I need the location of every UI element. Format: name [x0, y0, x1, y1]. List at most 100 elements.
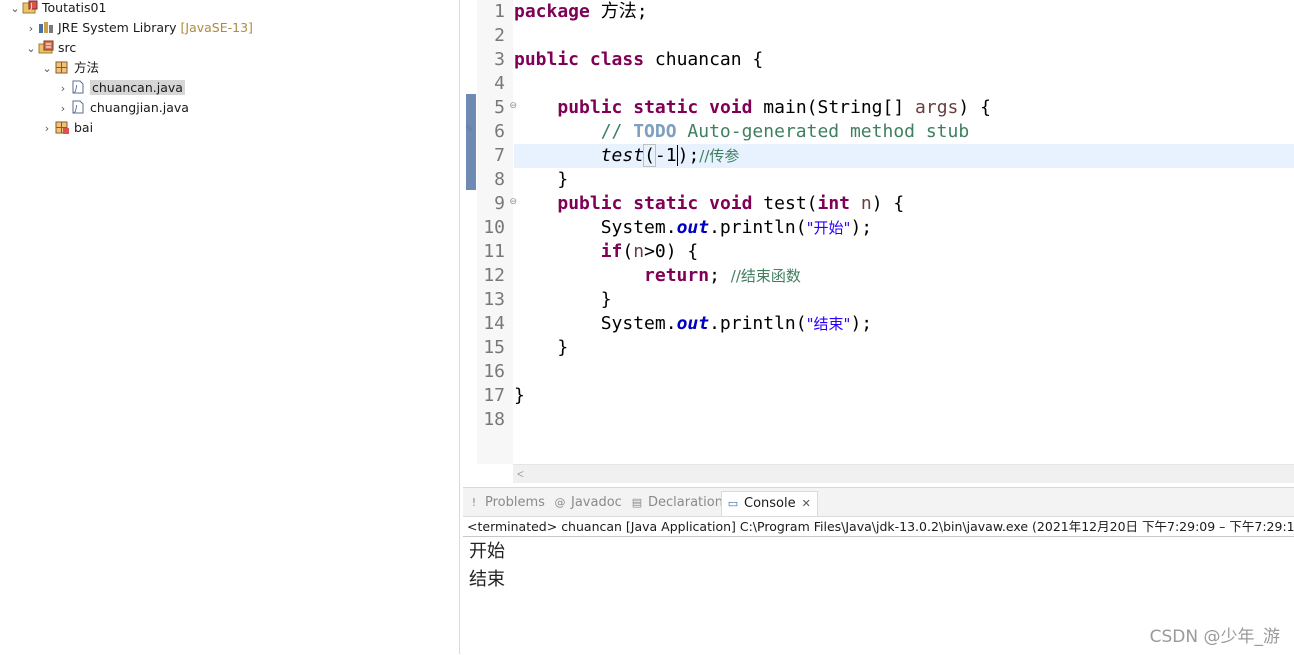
expand-chevron-icon[interactable]: ⌄ — [8, 0, 22, 18]
package-icon — [54, 60, 70, 74]
tree-item-label: bai — [74, 120, 94, 135]
code-text: -1 — [654, 145, 677, 166]
code-line[interactable]: if(n>0) { — [514, 240, 1294, 264]
horizontal-scrollbar[interactable]: < — [513, 464, 1294, 483]
package-explorer: ⌄ J Toutatis01 › JRE System Library [JavaSE… — [0, 0, 460, 654]
code-text: chuancan { — [644, 49, 764, 70]
divider — [463, 536, 1294, 537]
line-number: 7 — [494, 145, 505, 166]
code-text: System. — [600, 217, 677, 238]
tree-item-chuancan-java[interactable]: › Jchuancan.java — [56, 79, 185, 97]
code-line[interactable]: } — [514, 288, 1294, 312]
keyword: class — [589, 49, 645, 70]
tree-item-label: 方法 — [74, 60, 100, 75]
expand-chevron-icon[interactable]: ⌄ — [40, 60, 54, 78]
code-line[interactable]: package 方法; — [514, 0, 1294, 24]
code-text: ; — [688, 145, 700, 166]
scroll-left-icon[interactable]: < — [517, 465, 524, 483]
tab-declaration[interactable]: ▤ Declaration — [630, 491, 723, 515]
code-editor[interactable]: ✎ 1 2 3 4 5 ⊖ 6 7 8 9 ⊖ 10 11 12 13 14 1… — [463, 0, 1294, 483]
expand-chevron-icon[interactable]: › — [56, 80, 70, 98]
java-file-icon: J — [70, 100, 86, 114]
tree-item-label: Toutatis01 — [42, 0, 107, 15]
javadoc-icon: @ — [554, 496, 566, 509]
task-marker-icon[interactable]: ✎ — [465, 124, 473, 135]
expand-chevron-icon[interactable]: › — [40, 120, 54, 138]
parameter: args — [915, 97, 959, 118]
keyword: static — [633, 97, 699, 118]
tab-label: Javadoc — [571, 495, 622, 510]
code-line[interactable]: } — [514, 384, 1294, 408]
tab-problems[interactable]: ! Problems — [467, 491, 545, 515]
code-text: test( — [752, 193, 818, 214]
java-project-icon: J — [22, 0, 38, 14]
keyword: public — [514, 49, 580, 70]
watermark: CSDN @少年_游 — [1149, 627, 1280, 647]
code-text: 方法; — [589, 1, 648, 22]
line-number: 9 — [494, 193, 505, 214]
code-line[interactable]: return; //结束函数 — [514, 264, 1294, 288]
line-number: 5 — [494, 97, 505, 118]
expand-chevron-icon[interactable]: ⌄ — [24, 40, 38, 58]
keyword: public — [557, 97, 623, 118]
console-output-line: 结束 — [469, 569, 505, 590]
close-icon[interactable]: ✕ — [802, 497, 811, 510]
tree-item-chuangjian-java[interactable]: › Jchuangjian.java — [56, 99, 189, 117]
change-marker[interactable] — [466, 94, 476, 190]
java-file-icon: J — [70, 80, 86, 94]
line-number: 10 — [483, 217, 505, 238]
tree-item-project[interactable]: ⌄ J Toutatis01 — [8, 0, 106, 17]
method-call: test — [600, 145, 645, 166]
comment: //传参 — [699, 147, 740, 165]
keyword: if — [600, 241, 623, 262]
tab-label: Console — [744, 496, 796, 511]
code-line-current[interactable]: test(-1);//传参 — [514, 144, 1294, 168]
line-number-gutter: 1 2 3 4 5 ⊖ 6 7 8 9 ⊖ 10 11 12 13 14 15 … — [477, 0, 517, 464]
code-line[interactable]: public static void test(int n) { — [514, 192, 1294, 216]
tree-item-jre-library[interactable]: › JRE System Library [JavaSE-13] — [24, 19, 253, 37]
problems-icon: ! — [471, 496, 477, 509]
code-line[interactable]: System.out.println("结束"); — [514, 312, 1294, 336]
console-process-header: <terminated> chuancan [Java Application]… — [467, 519, 1294, 534]
tree-item-src[interactable]: ⌄ src — [24, 39, 76, 57]
expand-chevron-icon[interactable]: › — [24, 20, 38, 38]
code-text: System. — [600, 313, 677, 334]
code-line[interactable]: } — [514, 336, 1294, 360]
tree-item-label: src — [58, 40, 77, 55]
code-line[interactable]: } — [514, 168, 1294, 192]
code-line[interactable]: System.out.println("开始"); — [514, 216, 1294, 240]
tree-item-label: JRE System Library — [58, 20, 177, 35]
svg-text:J: J — [30, 2, 33, 10]
tree-item-package-fangfa[interactable]: ⌄ 方法 — [40, 59, 99, 77]
comment: // — [600, 121, 634, 142]
package-icon — [54, 120, 70, 134]
static-field: out — [676, 313, 710, 334]
code-text: ); — [850, 313, 873, 334]
code-line[interactable]: public class chuancan { — [514, 48, 1294, 72]
bracket-match: ( — [643, 144, 656, 167]
line-number: 8 — [494, 169, 505, 190]
code-text: ( — [622, 241, 634, 262]
line-number: 1 — [494, 1, 505, 22]
expand-chevron-icon[interactable]: › — [56, 100, 70, 118]
code-area[interactable]: package 方法; public class chuancan { publ… — [514, 0, 1294, 464]
line-number: 16 — [483, 361, 505, 382]
tree-item-package-bai[interactable]: › bai — [40, 119, 93, 137]
tab-javadoc[interactable]: @ Javadoc — [553, 491, 622, 515]
code-line[interactable]: public static void main(String[] args) { — [514, 96, 1294, 120]
tree-item-label: chuancan.java — [90, 80, 185, 95]
string-literal: "开始" — [806, 219, 851, 237]
code-text: main(String[] — [752, 97, 916, 118]
tab-console[interactable]: ▭ Console ✕ — [721, 491, 818, 516]
keyword: int — [817, 193, 851, 214]
code-line[interactable]: // TODO Auto-generated method stub — [514, 120, 1294, 144]
line-number: 15 — [483, 337, 505, 358]
panel-tab-bar: ! Problems @ Javadoc ▤ Declaration ▭ Console… — [463, 488, 1294, 517]
overview-ruler[interactable]: ✎ — [463, 0, 477, 464]
parameter: n — [633, 241, 645, 262]
tab-label: Declaration — [648, 495, 723, 510]
